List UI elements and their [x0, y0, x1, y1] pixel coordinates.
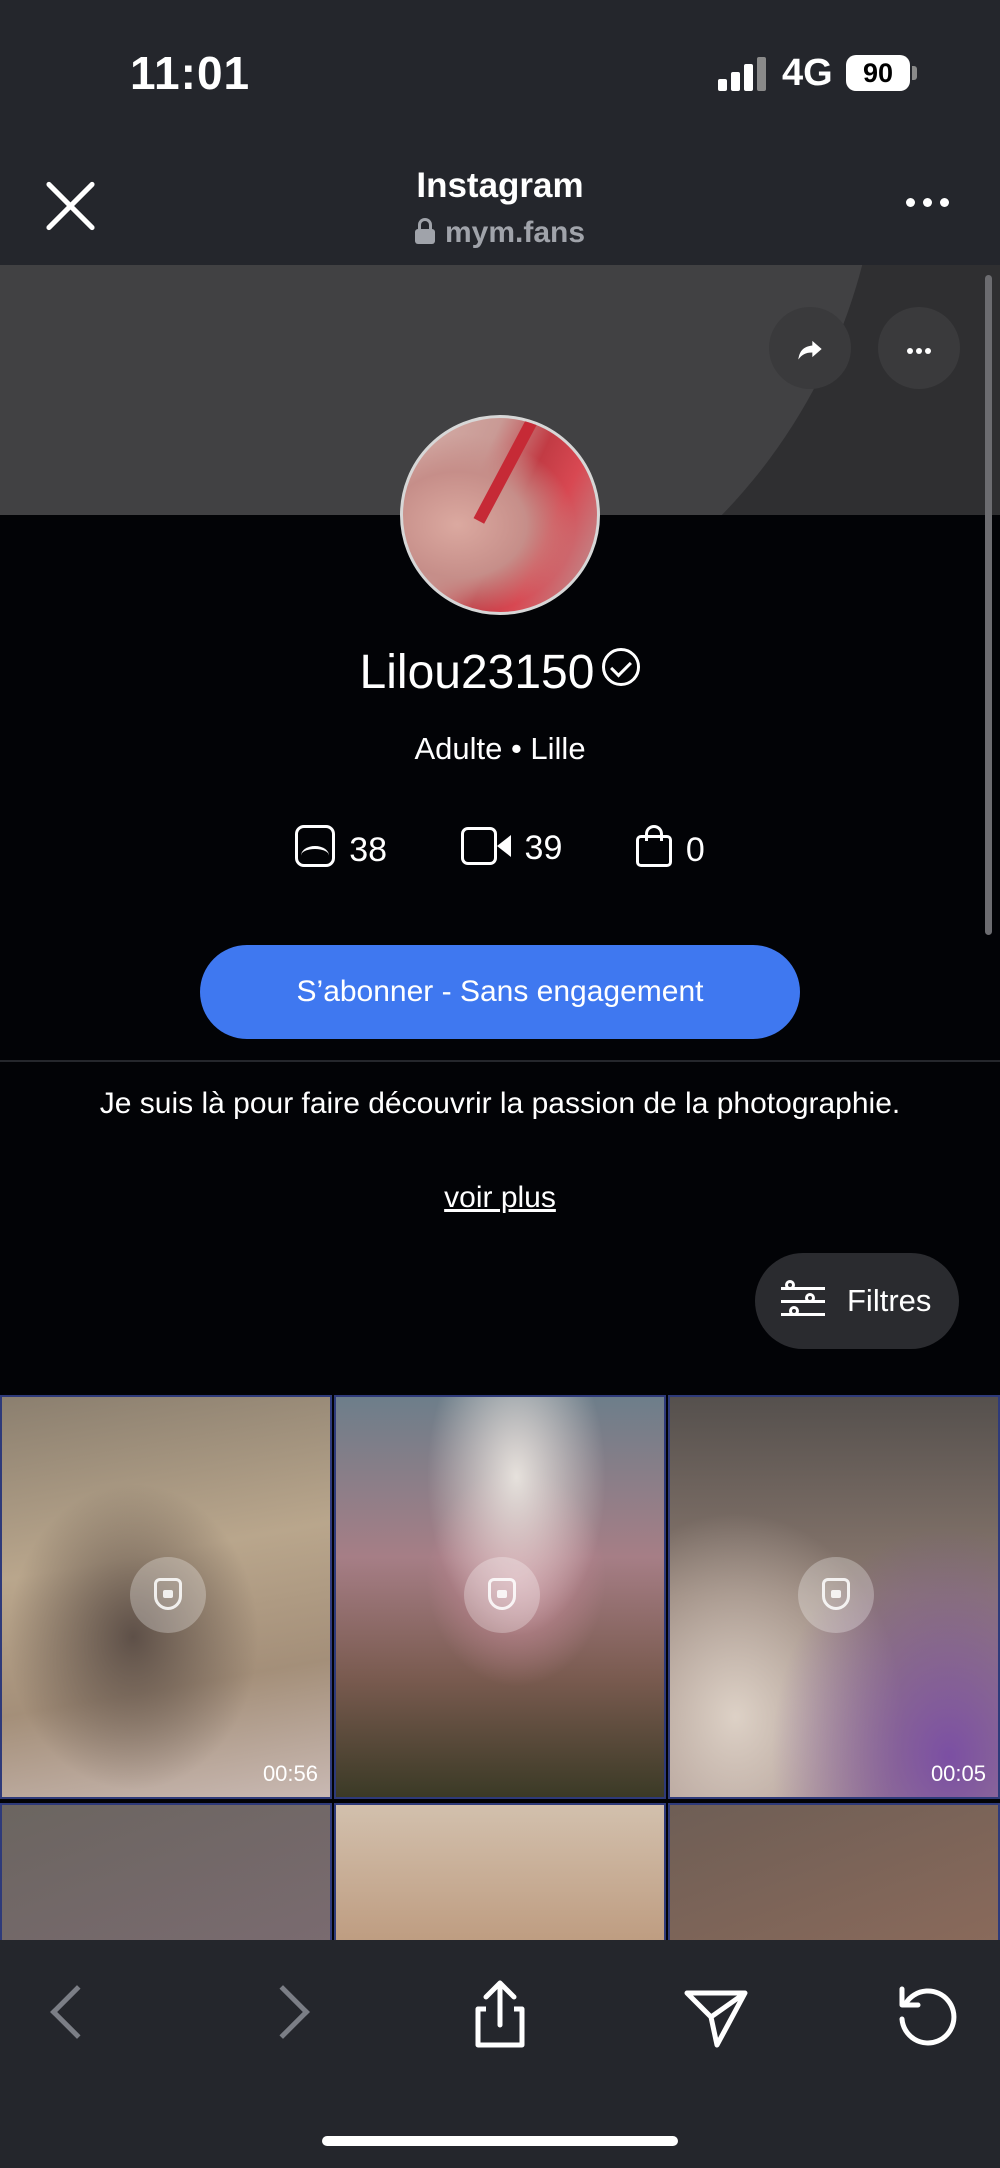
shield-lock-icon	[822, 1578, 850, 1610]
media-tile-2[interactable]	[334, 1395, 666, 1799]
locked-badge	[798, 1557, 874, 1633]
upload-button[interactable]	[460, 1975, 540, 2055]
profile-more-button[interactable]	[878, 307, 960, 389]
see-more-text[interactable]: voir plus	[444, 1181, 556, 1214]
profile-bio: Je suis là pour faire découvrir la passi…	[99, 1087, 901, 1120]
video-duration: 00:05	[930, 1761, 986, 1786]
shield-lock-icon	[154, 1578, 182, 1610]
profile-stats: 38 39 0	[0, 825, 1000, 870]
battery-icon: 90	[846, 55, 910, 91]
media-tile-3[interactable]: 00:05	[668, 1395, 1000, 1799]
media-tile-1[interactable]: 00:56	[0, 1395, 332, 1799]
photos-count: 38	[349, 831, 388, 869]
reload-button[interactable]	[888, 1975, 968, 2055]
send-button[interactable]	[675, 1975, 755, 2055]
browser-header: Instagram mym.fans	[0, 150, 1000, 265]
avatar[interactable]	[400, 415, 600, 615]
bag-icon	[635, 825, 672, 867]
video-icon	[460, 827, 511, 865]
filters-button[interactable]: Filtres	[755, 1253, 959, 1349]
videos-count: 39	[524, 829, 563, 867]
chevron-right-icon	[256, 1985, 310, 2039]
shield-lock-icon	[488, 1578, 516, 1610]
browser-toolbar	[0, 1940, 1000, 2168]
stat-products: 0	[635, 825, 705, 870]
chevron-left-icon	[50, 1985, 104, 2039]
media-tile-6[interactable]	[668, 1803, 1000, 1940]
stat-photos: 38	[295, 825, 387, 870]
photo-icon	[295, 825, 336, 867]
browser-url[interactable]: mym.fans	[0, 216, 1000, 250]
divider	[0, 1060, 1000, 1062]
subscribe-button[interactable]: S’abonner - Sans engagement	[200, 945, 800, 1039]
profile-subtitle: Adulte • Lille	[414, 731, 586, 766]
filters-label: Filtres	[847, 1283, 932, 1318]
reload-icon	[899, 1986, 957, 2046]
username-text: Lilou23150	[359, 646, 595, 699]
signal-icon	[718, 57, 770, 91]
home-indicator[interactable]	[322, 2136, 678, 2146]
stat-videos: 39	[460, 827, 563, 868]
page-content: Lilou23150 Adulte • Lille 38 39 0 S’abon…	[0, 265, 1000, 1940]
forward-button[interactable]	[250, 1975, 330, 2055]
send-icon	[684, 1990, 748, 2048]
network-type: 4G	[782, 52, 833, 94]
see-more-link[interactable]: voir plus	[0, 1181, 1000, 1215]
status-bar: 11:01 4G 90	[0, 0, 1000, 150]
scrollbar[interactable]	[985, 275, 992, 935]
share-button[interactable]	[769, 307, 851, 389]
more-icon[interactable]	[906, 196, 950, 212]
products-count: 0	[685, 831, 705, 869]
more-icon	[907, 348, 931, 354]
sliders-icon	[781, 1279, 825, 1323]
share-icon	[798, 340, 822, 360]
media-tile-4[interactable]	[0, 1803, 332, 1940]
upload-icon	[475, 1980, 525, 2048]
verified-badge-icon	[602, 648, 641, 686]
media-tile-5[interactable]	[334, 1803, 666, 1940]
locked-badge	[464, 1557, 540, 1633]
browser-title: Instagram	[416, 166, 584, 205]
profile-username: Lilou23150	[0, 645, 1000, 700]
video-duration: 00:56	[262, 1761, 318, 1786]
status-time: 11:01	[130, 47, 251, 99]
url-text: mym.fans	[444, 216, 586, 249]
lock-icon	[414, 218, 435, 244]
locked-badge	[130, 1557, 206, 1633]
back-button[interactable]	[30, 1975, 110, 2055]
battery-tip	[912, 66, 917, 80]
